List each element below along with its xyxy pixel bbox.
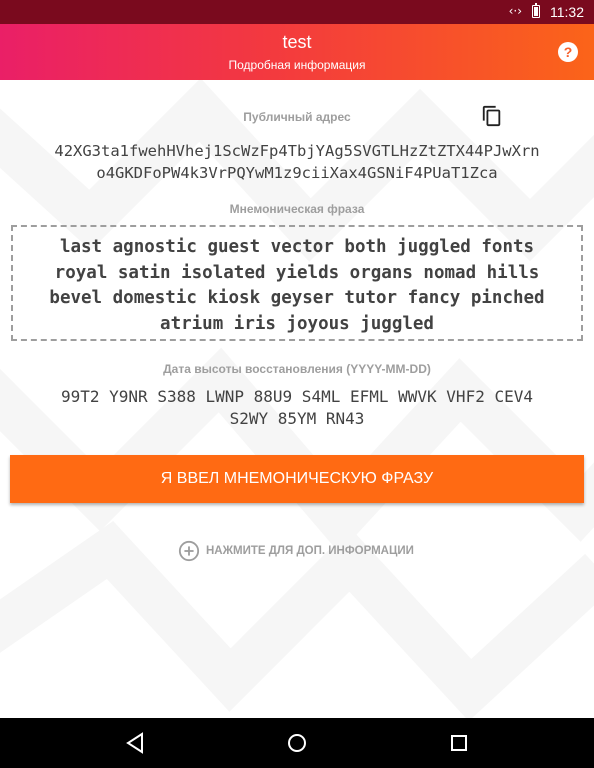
mnemonic-line: last agnostic guest vector both juggled … <box>59 237 535 257</box>
copy-icon[interactable] <box>481 104 503 128</box>
mnemonic-box: last agnostic guest vector both juggled … <box>11 225 583 341</box>
main-content: Публичный адрес 42XG3ta1fwehHVhej1ScWzFp… <box>0 80 594 718</box>
mnemonic-label: Мнемоническая фраза <box>229 202 365 216</box>
wifi-arrows-icon: ‹·› <box>508 4 522 18</box>
help-icon[interactable]: ? <box>558 42 578 62</box>
public-address-line: o4GKDFoPW4k3VrPQYwM1z9ciiXax4GSNiF4PUaT1… <box>96 164 498 182</box>
mnemonic-line: royal satin isolated yields organs nomad… <box>54 262 540 283</box>
plus-circle-icon <box>178 540 200 562</box>
app-subtitle: Подробная информация <box>228 58 366 72</box>
more-info-button[interactable]: НАЖМИТЕ ДЛЯ ДОП. ИНФОРМАЦИИ <box>178 539 414 563</box>
restore-height-line: S2WY 85YM RN43 <box>229 409 365 428</box>
mnemonic-line: atrium iris joyous juggled <box>160 313 434 334</box>
confirm-mnemonic-button[interactable]: Я ВВЕЛ МНЕМОНИЧЕСКУЮ ФРАЗУ <box>10 455 584 503</box>
status-bar: ‹·› 11:32 <box>0 0 594 24</box>
public-address-label: Публичный адрес <box>243 110 351 124</box>
home-icon[interactable] <box>282 728 312 758</box>
restore-height-value: 99T2 Y9NR S388 LWNP 88U9 S4ML EFML WWVK … <box>0 386 594 430</box>
battery-icon <box>532 3 540 18</box>
back-icon[interactable] <box>120 728 150 758</box>
restore-height-label: Дата высоты восстановления (YYYY-MM-DD) <box>163 362 431 376</box>
mnemonic-line: bevel domestic kiosk geyser tutor fancy … <box>49 288 545 308</box>
more-info-label: НАЖМИТЕ ДЛЯ ДОП. ИНФОРМАЦИИ <box>206 545 414 557</box>
recents-icon[interactable] <box>444 728 474 758</box>
public-address-line: 42XG3ta1fwehHVhej1ScWzFp4TbjYAg5SVGTLHzZ… <box>54 142 540 160</box>
status-time: 11:32 <box>550 4 584 20</box>
public-address: 42XG3ta1fwehHVhej1ScWzFp4TbjYAg5SVGTLHzZ… <box>0 140 594 184</box>
navigation-bar <box>0 718 594 768</box>
restore-height-line: 99T2 Y9NR S388 LWNP 88U9 S4ML EFML WWVK … <box>60 387 533 406</box>
app-title: test <box>282 32 312 52</box>
mnemonic-phrase: last agnostic guest vector both juggled … <box>13 235 581 337</box>
app-bar: test Подробная информация ? <box>0 24 594 80</box>
